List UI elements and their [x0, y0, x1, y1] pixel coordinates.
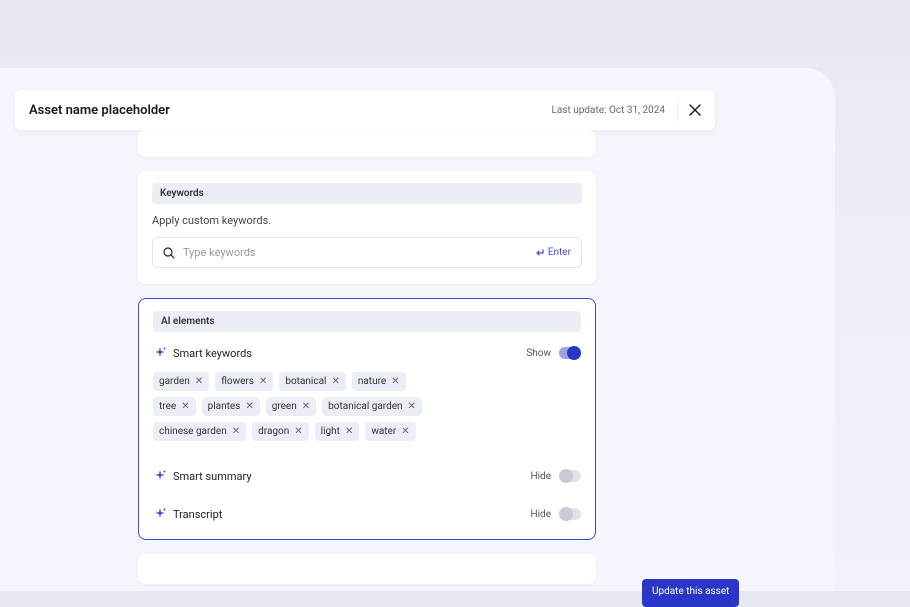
chip-remove-icon[interactable]: ✕ [331, 377, 339, 387]
chip-remove-icon[interactable]: ✕ [245, 402, 253, 412]
update-asset-button[interactable]: Update this asset [642, 579, 739, 607]
smart-summary-state: Hide [530, 471, 551, 482]
search-icon [163, 247, 175, 259]
keyword-chip[interactable]: dragon ✕ [252, 422, 309, 441]
asset-title: Asset name placeholder [29, 103, 170, 118]
ai-elements-card: AI elements Smart keywords Show garden✕f… [138, 298, 596, 540]
chip-label: chinese garden [159, 426, 227, 437]
keyword-chip[interactable]: light ✕ [315, 422, 360, 441]
keyword-chip[interactable]: green ✕ [266, 397, 316, 416]
chip-label: flowers [221, 376, 254, 387]
smart-keywords-title: Smart keywords [173, 347, 252, 360]
content-column: Keywords Apply custom keywords. Type key… [138, 130, 596, 584]
smart-summary-row: Smart summary Hide [153, 469, 581, 483]
chip-remove-icon[interactable]: ✕ [232, 427, 240, 437]
smart-keywords-left: Smart keywords [153, 346, 252, 360]
keywords-section-label: Keywords [152, 183, 582, 204]
smart-keywords-chips: garden✕flowers✕botanical✕nature✕tree✕pla… [153, 372, 423, 441]
chip-remove-icon[interactable]: ✕ [302, 402, 310, 412]
asset-header-bar: Asset name placeholder Last update: Oct … [15, 90, 715, 130]
smart-keywords-row: Smart keywords Show [153, 346, 581, 360]
keyword-chip[interactable]: flowers ✕ [215, 372, 273, 391]
enter-icon [535, 248, 545, 258]
keyword-chip[interactable]: nature ✕ [352, 372, 406, 391]
transcript-left: Transcript [153, 507, 222, 521]
chip-label: water [371, 426, 396, 437]
keywords-placeholder: Type keywords [183, 246, 527, 259]
keyword-chip[interactable]: chinese garden ✕ [153, 422, 246, 441]
transcript-toggle[interactable] [559, 508, 581, 520]
chip-label: light [321, 426, 340, 437]
keywords-card: Keywords Apply custom keywords. Type key… [138, 171, 596, 284]
keyword-chip[interactable]: botanical ✕ [279, 372, 345, 391]
chip-remove-icon[interactable]: ✕ [345, 427, 353, 437]
chip-remove-icon[interactable]: ✕ [294, 427, 302, 437]
chip-label: green [272, 401, 297, 412]
smart-summary-toggle[interactable] [559, 470, 581, 482]
chip-remove-icon[interactable]: ✕ [391, 377, 399, 387]
transcript-row: Transcript Hide [153, 507, 581, 521]
smart-keywords-right: Show [526, 347, 581, 359]
chip-remove-icon[interactable]: ✕ [195, 377, 203, 387]
chip-remove-icon[interactable]: ✕ [181, 402, 189, 412]
header-right: Last update: Oct 31, 2024 [552, 98, 701, 122]
keywords-description: Apply custom keywords. [152, 214, 582, 227]
previous-card-peek [138, 130, 596, 157]
chip-label: plantes [208, 401, 241, 412]
last-update-text: Last update: Oct 31, 2024 [552, 105, 665, 116]
smart-summary-left: Smart summary [153, 469, 252, 483]
enter-hint: Enter [535, 247, 571, 258]
chip-label: dragon [258, 426, 289, 437]
close-icon [689, 104, 701, 116]
keyword-chip[interactable]: botanical garden ✕ [322, 397, 422, 416]
smart-summary-right: Hide [530, 470, 581, 482]
transcript-right: Hide [530, 508, 581, 520]
sparkle-icon [153, 469, 167, 483]
sparkle-icon [153, 507, 167, 521]
smart-summary-title: Smart summary [173, 470, 252, 483]
chip-label: nature [358, 376, 386, 387]
keywords-input[interactable]: Type keywords Enter [152, 237, 582, 268]
keyword-chip[interactable]: plantes ✕ [202, 397, 260, 416]
next-card-peek: . [138, 554, 596, 584]
chip-label: botanical garden [328, 401, 402, 412]
chip-label: garden [159, 376, 190, 387]
smart-keywords-state: Show [526, 348, 551, 359]
sparkle-icon [153, 346, 167, 360]
chip-remove-icon[interactable]: ✕ [401, 427, 409, 437]
ai-section-label: AI elements [153, 311, 581, 332]
keyword-chip[interactable]: water ✕ [365, 422, 415, 441]
transcript-title: Transcript [173, 508, 222, 521]
chip-remove-icon[interactable]: ✕ [408, 402, 416, 412]
chip-label: botanical [285, 376, 326, 387]
chip-label: tree [159, 401, 176, 412]
keyword-chip[interactable]: tree ✕ [153, 397, 196, 416]
smart-keywords-toggle[interactable] [559, 347, 581, 359]
chip-remove-icon[interactable]: ✕ [259, 377, 267, 387]
close-button[interactable] [677, 98, 701, 122]
transcript-state: Hide [530, 509, 551, 520]
keyword-chip[interactable]: garden ✕ [153, 372, 209, 391]
enter-label: Enter [548, 247, 571, 258]
